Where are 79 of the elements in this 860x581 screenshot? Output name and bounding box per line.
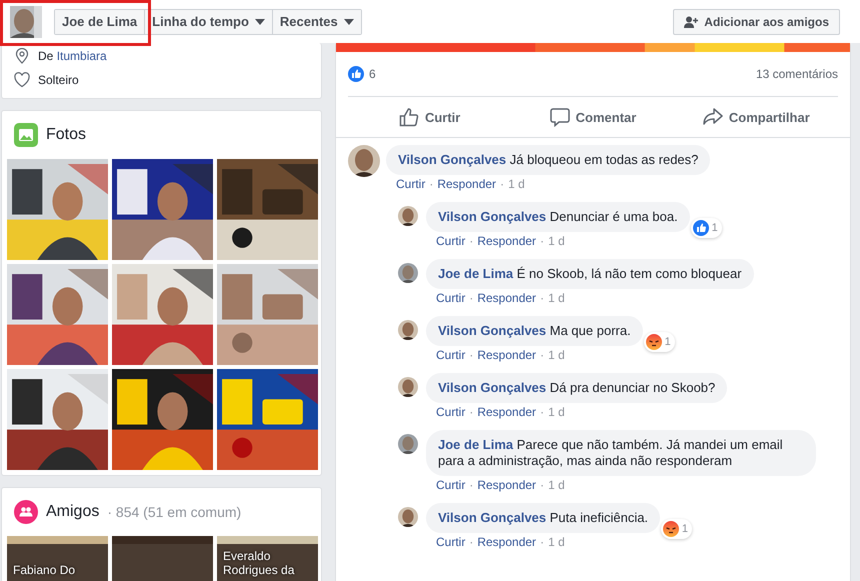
friends-icon — [14, 500, 38, 524]
location-pin-icon — [14, 48, 30, 64]
separator-dot: · — [469, 405, 474, 419]
reply-link[interactable]: Responder — [477, 234, 536, 248]
comment-count[interactable]: 13 comentários — [756, 67, 838, 81]
comment-time: 1 d — [508, 177, 525, 191]
separator-dot: · — [540, 405, 544, 419]
like-icon — [348, 66, 364, 82]
reaction-count: 1 — [682, 522, 688, 537]
comment-time: 1 d — [548, 234, 565, 248]
comment-text: Joe de Lima Parece que não também. Já mandei um email para a administração, mas ainda não responderam — [438, 437, 783, 468]
comment-time: 1 d — [548, 405, 565, 419]
intro-text: Solteiro — [38, 73, 79, 87]
like-button[interactable]: Curtir — [348, 97, 512, 137]
separator-dot: · — [469, 234, 474, 248]
caret-icon — [344, 18, 354, 24]
comment-text: Vilson Gonçalves Denunciar é uma boa. — [438, 209, 678, 224]
heart-icon — [14, 72, 30, 88]
author-link[interactable]: Vilson Gonçalves — [438, 209, 546, 224]
separator-dot: · — [540, 234, 544, 248]
section-title[interactable]: Amigos — [46, 503, 100, 521]
caret-icon — [254, 18, 265, 24]
separator-dot: · — [500, 177, 504, 191]
reply-link[interactable]: Responder — [437, 177, 496, 191]
share-button[interactable]: Compartilhar — [674, 97, 838, 137]
author-link[interactable]: Vilson Gonçalves — [438, 510, 546, 525]
comment-text: Vilson Gonçalves Já bloqueou em todas as redes? — [398, 152, 698, 167]
like-link[interactable]: Curtir — [436, 478, 466, 492]
reply-link[interactable]: Responder — [477, 405, 536, 419]
section-title[interactable]: Fotos — [46, 126, 86, 144]
comment-time: 1 d — [548, 348, 565, 362]
comment-time: 1 d — [548, 478, 565, 492]
like-link[interactable]: Curtir — [436, 535, 466, 549]
separator-dot: · — [540, 348, 544, 362]
intro-text: De Itumbiara — [38, 49, 107, 63]
add-friend-button[interactable]: Adicionar aos amigos — [673, 8, 840, 34]
reply-link[interactable]: Responder — [477, 291, 536, 305]
separator-dot: · — [540, 478, 544, 492]
comment-button[interactable]: Comentar — [511, 97, 675, 137]
like-link[interactable]: Curtir — [436, 291, 466, 305]
reply-link[interactable]: Responder — [477, 348, 536, 362]
separator-dot: · — [469, 535, 474, 549]
author-link[interactable]: Joe de Lima — [438, 266, 514, 281]
author-link[interactable]: Vilson Gonçalves — [438, 380, 546, 395]
author-link[interactable]: Joe de Lima — [438, 437, 514, 452]
friend-count: · 854 (51 em comum) — [107, 504, 242, 520]
like-link[interactable]: Curtir — [436, 234, 466, 248]
separator-dot: · — [540, 291, 544, 305]
reaction-count: 1 — [664, 335, 671, 350]
comment-text: Joe de Lima É no Skoob, lá não tem como bloquear — [438, 266, 742, 281]
share-arrow-icon — [702, 107, 723, 127]
like-link[interactable]: Curtir — [396, 177, 426, 191]
comment-time: 1 d — [548, 535, 565, 549]
profile-name-tab[interactable]: Joe de Lima — [55, 10, 146, 34]
photo-icon — [14, 123, 38, 147]
author-link[interactable]: Vilson Gonçalves — [398, 152, 506, 167]
reply-link[interactable]: Responder — [477, 535, 536, 549]
reply-link[interactable]: Responder — [477, 478, 536, 492]
city-link[interactable]: Itumbiara — [56, 49, 107, 63]
like-icon — [692, 220, 709, 236]
like-link[interactable]: Curtir — [436, 348, 466, 362]
separator-dot: · — [469, 348, 474, 362]
separator-dot: · — [429, 177, 434, 191]
comment-time: 1 d — [548, 291, 565, 305]
reaction-count: 1 — [712, 221, 718, 236]
separator-dot: · — [540, 535, 544, 549]
like-count[interactable]: 6 — [369, 67, 376, 81]
comment-text: Vilson Gonçalves Ma que porra. — [438, 323, 631, 338]
comment-text: Vilson Gonçalves Puta ineficiência. — [438, 510, 648, 525]
angry-emoji-icon — [646, 334, 662, 350]
angry-emoji-icon — [662, 521, 679, 537]
author-link[interactable]: Vilson Gonçalves — [438, 323, 546, 338]
speech-bubble-icon — [550, 107, 570, 127]
separator-dot: · — [469, 291, 474, 305]
thumbs-up-icon — [398, 107, 419, 127]
separator-dot: · — [469, 478, 474, 492]
add-friend-icon — [684, 16, 698, 28]
comment-text: Vilson Gonçalves Dá pra denunciar no Skoob? — [438, 380, 716, 395]
like-link[interactable]: Curtir — [436, 405, 466, 419]
